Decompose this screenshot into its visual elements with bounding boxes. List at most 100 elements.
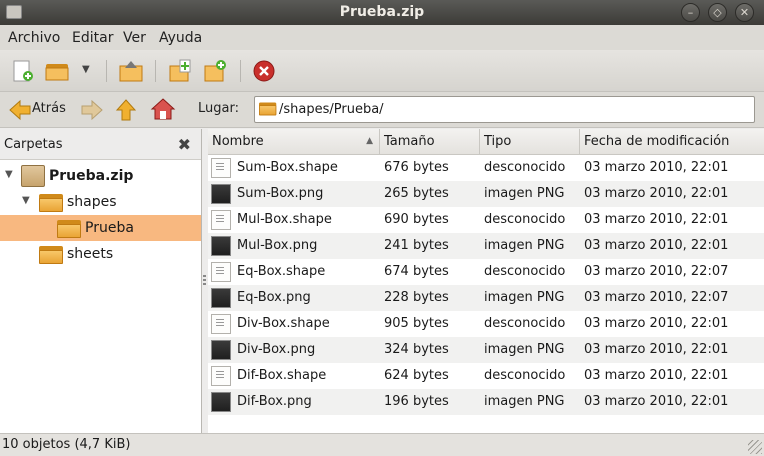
file-size: 324 bytes [384,342,449,357]
menu-editar[interactable]: Editar [72,30,113,46]
file-size: 676 bytes [384,160,449,175]
file-type: desconocido [484,316,566,331]
column-header-size[interactable]: Tamaño [380,129,480,155]
tree-item-label: sheets [67,246,114,262]
column-header-date[interactable]: Fecha de modificación [580,129,764,155]
column-label: Fecha de modificación [584,134,730,149]
toolbar-separator [155,60,156,82]
open-archive-icon[interactable] [44,58,70,84]
file-name: Div-Box.shape [237,316,330,331]
file-name: Dif-Box.shape [237,368,327,383]
column-label: Tamaño [384,134,435,149]
file-row[interactable]: Mul-Box.shape 690 bytes desconocido 03 marz… [208,207,764,233]
add-folder-icon[interactable] [203,58,229,84]
folder-icon [259,101,277,116]
image-icon [211,392,231,412]
extract-icon[interactable] [118,58,144,84]
menu-bar: Archivo Editar Ver Ayuda [0,25,764,50]
tree-item-sheets[interactable]: sheets [0,241,201,267]
file-size: 241 bytes [384,238,449,253]
file-row[interactable]: Mul-Box.png 241 bytes imagen PNG 03 marzo 2… [208,233,764,259]
tree-item-label: Prueba.zip [49,168,134,184]
maximize-button[interactable]: ◇ [708,3,727,22]
file-size: 905 bytes [384,316,449,331]
file-size: 265 bytes [384,186,449,201]
column-header-type[interactable]: Tipo [480,129,580,155]
title-bar[interactable]: Prueba.zip – ◇ ✕ [0,0,764,25]
file-date: 03 marzo 2010, 22:01 [584,316,729,331]
file-size: 196 bytes [384,394,449,409]
column-header-name[interactable]: Nombre ▲ [208,129,380,155]
file-row[interactable]: Sum-Box.shape 676 bytes desconocido 03 marz… [208,155,764,181]
back-arrow-icon [9,99,31,121]
location-label: Lugar: [198,101,239,116]
file-date: 03 marzo 2010, 22:07 [584,290,729,305]
file-row[interactable]: Eq-Box.shape 674 bytes desconocido 03 marzo… [208,259,764,285]
window-title: Prueba.zip [339,4,425,20]
file-date: 03 marzo 2010, 22:01 [584,212,729,227]
document-icon [211,314,231,334]
file-type: imagen PNG [484,238,565,253]
folders-sidebar: Carpetas ✖ ▼ Prueba.zip ▼ shapes Prueba … [0,129,202,433]
file-row[interactable]: Div-Box.png 324 bytes imagen PNG 03 marzo 2… [208,337,764,363]
file-name: Div-Box.png [237,342,316,357]
document-icon [211,366,231,386]
file-row[interactable]: Sum-Box.png 265 bytes imagen PNG 03 marzo 2… [208,181,764,207]
tree-item-label: Prueba [85,220,134,236]
file-date: 03 marzo 2010, 22:01 [584,238,729,253]
expander-down-icon[interactable]: ▼ [22,195,30,206]
file-type: desconocido [484,212,566,227]
add-files-icon[interactable] [168,58,194,84]
image-icon [211,236,231,256]
file-date: 03 marzo 2010, 22:01 [584,160,729,175]
location-input[interactable]: /shapes/Prueba/ [254,96,755,123]
back-label: Atrás [32,101,66,116]
file-type: imagen PNG [484,186,565,201]
close-window-button[interactable]: ✕ [735,3,754,22]
image-icon [211,184,231,204]
file-size: 690 bytes [384,212,449,227]
file-name: Sum-Box.png [237,186,324,201]
column-label: Tipo [484,134,512,149]
file-type: imagen PNG [484,342,565,357]
expander-down-icon[interactable]: ▼ [5,169,13,180]
document-icon [211,210,231,230]
tree-item-prueba-zip[interactable]: ▼ Prueba.zip [0,163,201,189]
tree-item-shapes[interactable]: ▼ shapes [0,189,201,215]
toolbar-separator [106,60,107,82]
sidebar-title: Carpetas [4,137,63,152]
tree-item-label: shapes [67,194,117,210]
file-size: 674 bytes [384,264,449,279]
file-row[interactable]: Dif-Box.png 196 bytes imagen PNG 03 marzo 2… [208,389,764,415]
minimize-button[interactable]: – [681,3,700,22]
up-arrow-icon[interactable] [114,98,138,122]
file-date: 03 marzo 2010, 22:01 [584,342,729,357]
menu-ayuda[interactable]: Ayuda [159,30,202,46]
forward-arrow-icon[interactable] [80,99,104,121]
back-button[interactable]: Atrás [6,96,70,124]
tree-item-prueba[interactable]: Prueba [0,215,201,241]
status-bar: 10 objetos (4,7 KiB) [0,433,764,456]
file-name: Eq-Box.shape [237,264,326,279]
file-name: Mul-Box.shape [237,212,332,227]
resize-grip-icon[interactable] [748,440,762,454]
location-bar: Atrás Lugar: /shapes/Prueba/ [0,92,764,128]
image-icon [211,340,231,360]
folder-icon [39,244,63,264]
file-row[interactable]: Div-Box.shape 905 bytes desconocido 03 marz… [208,311,764,337]
file-row[interactable]: Eq-Box.png 228 bytes imagen PNG 03 marzo 20… [208,285,764,311]
home-icon[interactable] [150,97,176,121]
open-dropdown-arrow-icon[interactable]: ▼ [82,64,90,75]
file-size: 624 bytes [384,368,449,383]
menu-ver[interactable]: Ver [123,30,146,46]
new-archive-icon[interactable] [10,58,36,84]
close-sidebar-icon[interactable]: ✖ [178,135,191,154]
image-icon [211,288,231,308]
file-date: 03 marzo 2010, 22:01 [584,394,729,409]
stop-icon[interactable] [251,58,277,84]
file-type: desconocido [484,264,566,279]
menu-archivo[interactable]: Archivo [8,30,60,46]
file-row[interactable]: Dif-Box.shape 624 bytes desconocido 03 marz… [208,363,764,389]
location-value: /shapes/Prueba/ [279,102,384,117]
file-type: desconocido [484,368,566,383]
